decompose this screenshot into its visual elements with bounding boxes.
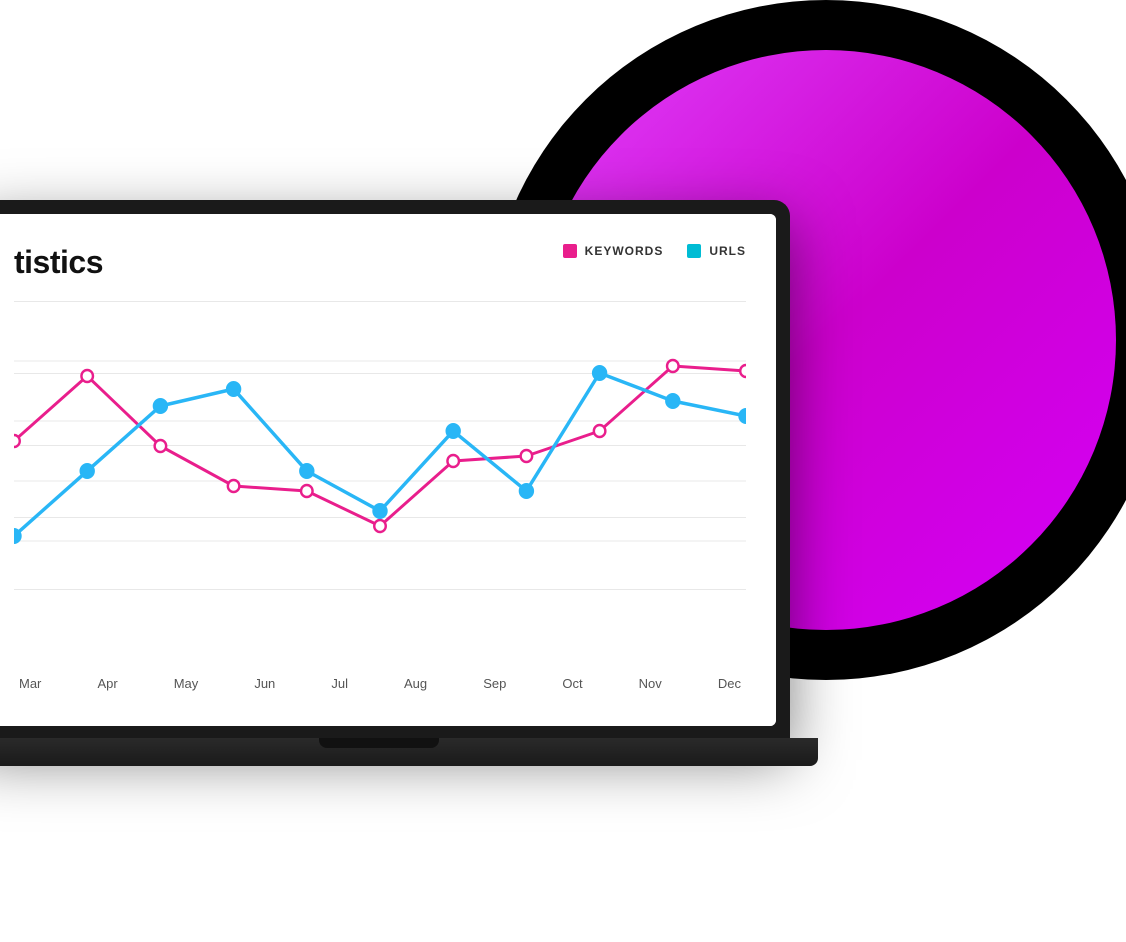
x-label-apr: Apr — [97, 676, 117, 691]
legend-urls: URLS — [687, 244, 746, 258]
urls-point-oct — [520, 484, 533, 498]
chart-svg — [14, 301, 746, 601]
urls-legend-label: URLS — [709, 244, 746, 258]
urls-point-end — [739, 409, 746, 423]
screen-content: tistics KEYWORDS URLS — [0, 214, 776, 726]
keywords-point-sep — [447, 455, 459, 467]
keywords-point-mar — [14, 435, 20, 447]
x-label-oct: Oct — [562, 676, 582, 691]
x-label-dec: Dec — [718, 676, 741, 691]
x-label-aug: Aug — [404, 676, 427, 691]
x-label-jul: Jul — [331, 676, 348, 691]
urls-point-mar — [14, 529, 21, 543]
keywords-line — [14, 366, 746, 526]
urls-point-aug — [373, 504, 386, 518]
urls-point-dec — [666, 394, 679, 408]
urls-point-jun — [227, 382, 240, 396]
keywords-point-nov — [594, 425, 606, 437]
keywords-point-end — [740, 365, 746, 377]
x-label-nov: Nov — [639, 676, 662, 691]
x-label-jun: Jun — [254, 676, 275, 691]
x-label-mar: Mar — [19, 676, 41, 691]
keywords-point-may — [155, 440, 167, 452]
urls-point-may — [154, 399, 167, 413]
chart-legend: KEYWORDS URLS — [563, 244, 746, 258]
laptop-bottom-bar — [0, 738, 818, 766]
keywords-point-oct — [521, 450, 533, 462]
keywords-legend-icon — [563, 244, 577, 258]
laptop-notch — [319, 738, 439, 748]
urls-point-sep — [446, 424, 459, 438]
keywords-point-aug — [374, 520, 386, 532]
urls-legend-icon — [687, 244, 701, 258]
keywords-point-jul — [301, 485, 313, 497]
x-label-sep: Sep — [483, 676, 506, 691]
x-axis-labels: Mar Apr May Jun Jul Aug Sep Oct Nov Dec — [14, 676, 746, 691]
keywords-point-dec — [667, 360, 679, 372]
keywords-point-jun — [228, 480, 240, 492]
legend-keywords: KEYWORDS — [563, 244, 664, 258]
urls-point-nov — [593, 366, 606, 380]
keywords-point-apr — [81, 370, 93, 382]
laptop-body: tistics KEYWORDS URLS — [0, 200, 790, 740]
urls-point-jul — [300, 464, 313, 478]
laptop-screen: tistics KEYWORDS URLS — [0, 214, 776, 726]
chart-area: Mar Apr May Jun Jul Aug Sep Oct Nov Dec — [14, 301, 746, 661]
x-label-may: May — [174, 676, 199, 691]
laptop-device: tistics KEYWORDS URLS — [0, 200, 840, 820]
urls-point-apr — [80, 464, 93, 478]
keywords-legend-label: KEYWORDS — [585, 244, 664, 258]
